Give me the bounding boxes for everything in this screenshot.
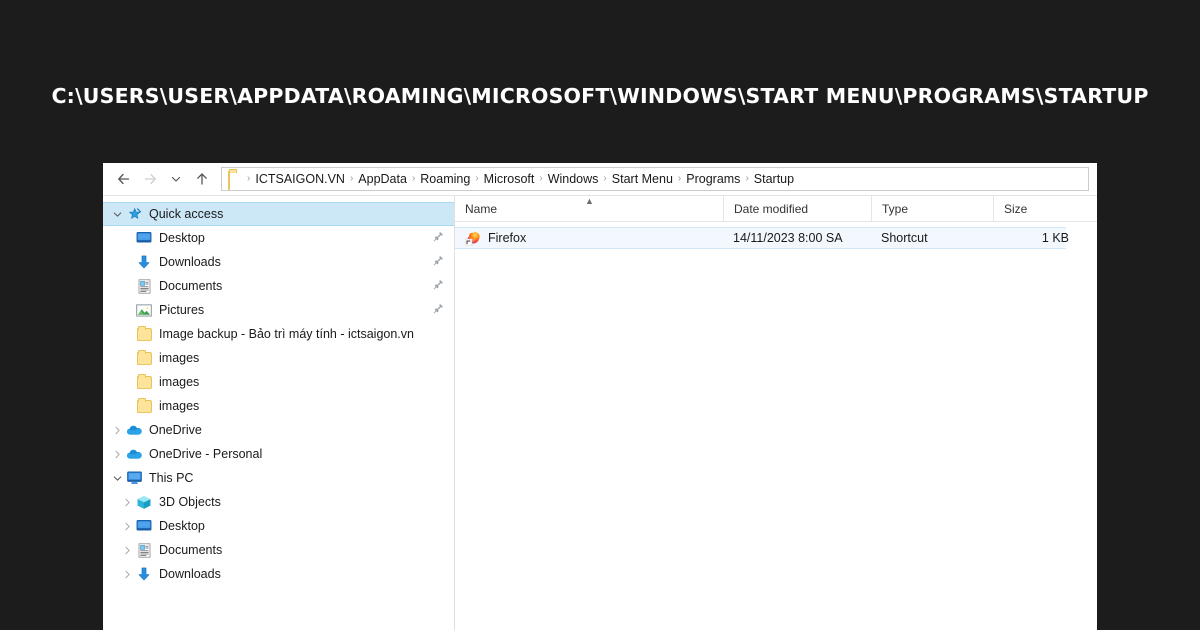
file-explorer-window: › ICTSAIGON.VN › AppData › Roaming › Mic… — [103, 163, 1097, 630]
address-bar: › ICTSAIGON.VN › AppData › Roaming › Mic… — [103, 163, 1097, 195]
breadcrumb-item-roaming[interactable]: Roaming — [416, 168, 474, 190]
file-type-cell: Shortcut — [881, 231, 928, 245]
onedrive-icon — [125, 422, 143, 438]
sidebar-item-label: OneDrive - Personal — [149, 447, 263, 461]
folder-icon — [135, 325, 153, 342]
column-header-date-modified[interactable]: Date modified — [723, 196, 871, 221]
sidebar-item-downloads[interactable]: Downloads — [103, 562, 454, 586]
folder-icon — [135, 349, 153, 366]
column-header-type[interactable]: Type — [871, 196, 993, 221]
breadcrumb-item-start-menu[interactable]: Start Menu — [608, 168, 677, 190]
pin-icon[interactable] — [433, 277, 444, 295]
sidebar-item-desktop[interactable]: Desktop — [103, 514, 454, 538]
sidebar-item-desktop[interactable]: Desktop — [103, 226, 454, 250]
breadcrumb-item-microsoft[interactable]: Microsoft — [480, 168, 539, 190]
file-size-cell: 1 KB — [1041, 231, 1069, 245]
file-name-cell: Firefox — [455, 230, 723, 246]
sidebar-item-label: Quick access — [149, 207, 224, 221]
sidebar-item-label: Image backup - Bảo trì máy tính - ictsai… — [159, 327, 414, 341]
chevron-right-icon[interactable] — [119, 569, 135, 580]
up-button[interactable] — [189, 166, 215, 192]
sidebar-item-label: images — [159, 375, 200, 389]
column-header-date-label: Date modified — [734, 201, 809, 216]
sidebar-item-label: 3D Objects — [159, 495, 221, 509]
sidebar-item-label: Downloads — [159, 255, 221, 269]
file-list-pane[interactable]: ▲ Name Date modified Type Size Firefox 1… — [455, 196, 1097, 630]
sidebar-item-this-pc[interactable]: This PC — [103, 466, 454, 490]
back-button[interactable] — [111, 166, 137, 192]
column-header-type-label: Type — [882, 201, 909, 216]
sidebar-item-pictures[interactable]: Pictures — [103, 298, 454, 322]
sidebar-item-onedrive[interactable]: OneDrive — [103, 418, 454, 442]
column-header-name-label: Name — [465, 201, 498, 216]
chevron-down-icon[interactable] — [109, 209, 125, 220]
sidebar-item-quick-access[interactable]: Quick access — [103, 202, 454, 226]
chevron-right-icon[interactable] — [119, 521, 135, 532]
pictures-icon — [135, 302, 153, 318]
download-icon — [135, 566, 153, 582]
desktop-icon — [135, 230, 153, 246]
sidebar-item-label: images — [159, 351, 200, 365]
pin-icon[interactable] — [433, 229, 444, 247]
sidebar-item-image-backup-b-o-tr-m-y-t-nh-ictsaigon-vn[interactable]: Image backup - Bảo trì máy tính - ictsai… — [103, 322, 454, 346]
breadcrumb-item-startup[interactable]: Startup — [750, 168, 798, 190]
chevron-right-icon[interactable] — [109, 449, 125, 460]
folder-icon — [135, 373, 153, 390]
column-header-size[interactable]: Size — [993, 196, 1071, 221]
sidebar-item-images[interactable]: images — [103, 346, 454, 370]
sidebar-item-label: This PC — [149, 471, 194, 485]
chevron-down-icon[interactable] — [109, 473, 125, 484]
sidebar-item-documents[interactable]: Documents — [103, 538, 454, 562]
download-icon — [135, 254, 153, 270]
sidebar-item-label: Downloads — [159, 567, 221, 581]
sidebar-item-label: OneDrive — [149, 423, 202, 437]
sort-ascending-icon: ▲ — [585, 196, 594, 206]
pin-star-icon — [125, 206, 143, 222]
pin-icon[interactable] — [433, 253, 444, 271]
forward-button[interactable] — [137, 166, 163, 192]
3dobjects-icon — [135, 494, 153, 510]
breadcrumb-item-windows[interactable]: Windows — [544, 168, 603, 190]
table-row[interactable]: Firefox 14/11/2023 8:00 SA Shortcut 1 KB — [455, 227, 1069, 249]
sidebar-item-label: Documents — [159, 279, 223, 293]
sidebar-item-images[interactable]: images — [103, 370, 454, 394]
sidebar-item-3d-objects[interactable]: 3D Objects — [103, 490, 454, 514]
folder-icon — [135, 397, 153, 414]
document-icon — [135, 542, 153, 558]
breadcrumb[interactable]: › ICTSAIGON.VN › AppData › Roaming › Mic… — [221, 167, 1089, 191]
folder-icon — [228, 171, 244, 190]
chevron-right-icon[interactable] — [119, 497, 135, 508]
sidebar-item-label: images — [159, 399, 200, 413]
chevron-right-icon[interactable] — [109, 425, 125, 436]
sidebar-item-onedrive-personal[interactable]: OneDrive - Personal — [103, 442, 454, 466]
pin-icon[interactable] — [433, 301, 444, 319]
desktop-icon — [135, 518, 153, 534]
page-title: C:\USERS\USER\APPDATA\ROAMING\MICROSOFT\… — [51, 84, 1149, 108]
sidebar-item-documents[interactable]: Documents — [103, 274, 454, 298]
onedrive-icon — [125, 446, 143, 462]
column-header-size-label: Size — [1004, 201, 1028, 216]
column-header-row: ▲ Name Date modified Type Size — [455, 196, 1097, 222]
sidebar-item-downloads[interactable]: Downloads — [103, 250, 454, 274]
breadcrumb-item-appdata[interactable]: AppData — [354, 168, 411, 190]
navigation-pane[interactable]: Quick access Desktop Downloads Documents Pic… — [103, 196, 455, 630]
explorer-body: Quick access Desktop Downloads Documents Pic… — [103, 195, 1097, 630]
sidebar-item-label: Pictures — [159, 303, 205, 317]
sidebar-item-images[interactable]: images — [103, 394, 454, 418]
chevron-right-icon[interactable] — [119, 545, 135, 556]
firefox-shortcut-icon — [464, 230, 481, 246]
breadcrumb-item-programs[interactable]: Programs — [682, 168, 744, 190]
sidebar-item-label: Desktop — [159, 519, 205, 533]
breadcrumb-item-ictsaigon[interactable]: ICTSAIGON.VN — [251, 168, 349, 190]
sidebar-item-label: Documents — [159, 543, 223, 557]
file-name-text: Firefox — [488, 231, 527, 245]
column-header-name[interactable]: ▲ Name — [455, 196, 723, 221]
recent-locations-chevron-down-icon[interactable] — [163, 166, 189, 192]
thispc-icon — [125, 470, 143, 486]
file-date-modified-cell: 14/11/2023 8:00 SA — [733, 231, 843, 245]
document-icon — [135, 278, 153, 294]
sidebar-item-label: Desktop — [159, 231, 205, 245]
